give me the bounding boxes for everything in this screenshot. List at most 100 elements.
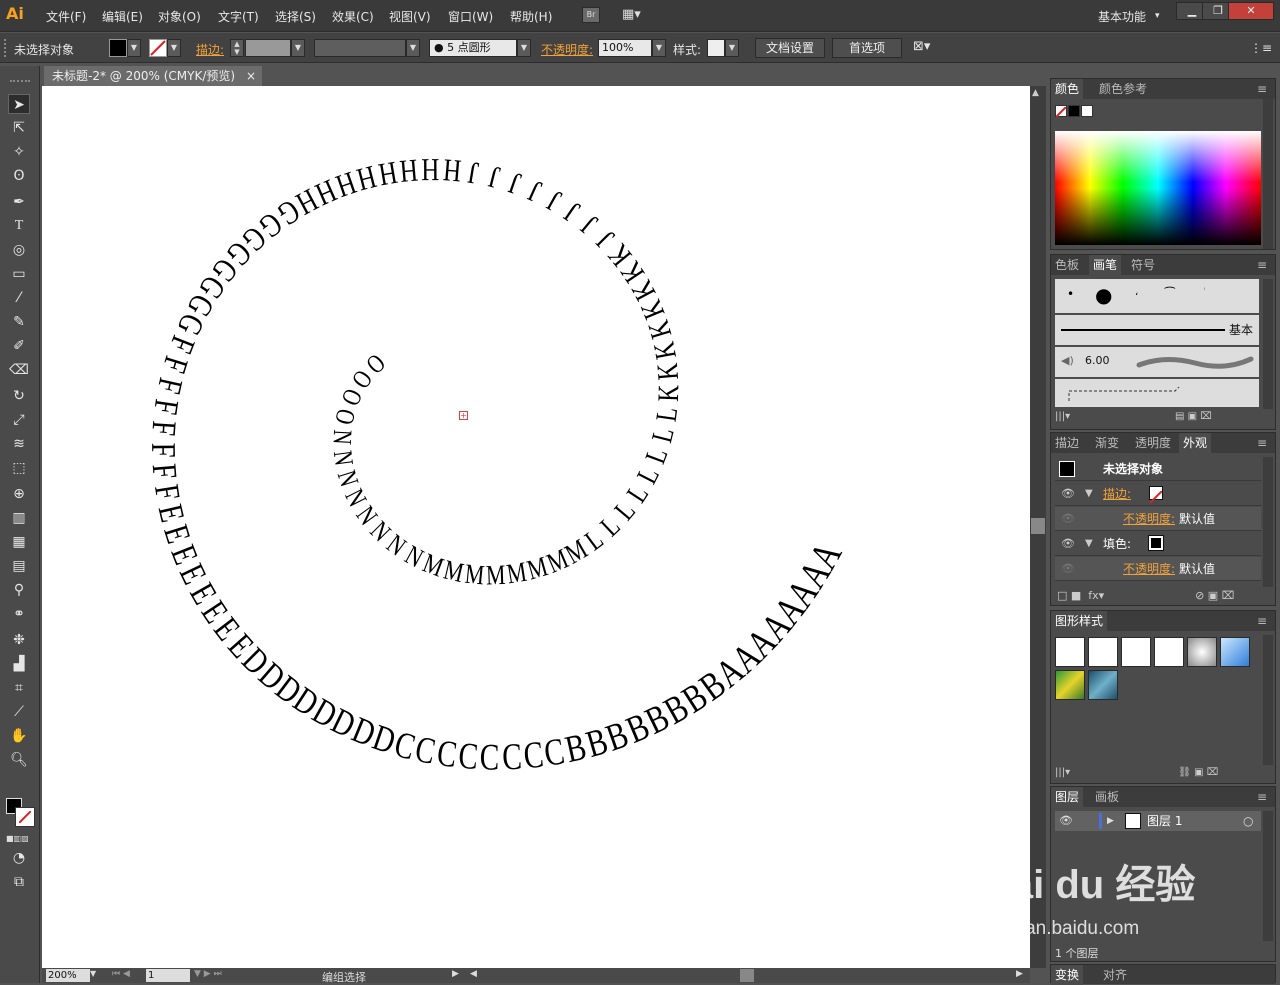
scale-tool-icon[interactable]: ⤢ bbox=[8, 410, 30, 430]
brush-small-dot-icon[interactable]: • bbox=[1067, 287, 1074, 301]
tab-color-guide[interactable]: 颜色参考 bbox=[1095, 79, 1151, 99]
tab-stroke[interactable]: 描边 bbox=[1051, 433, 1083, 453]
hand-tool-icon[interactable]: ✋ bbox=[8, 726, 30, 746]
none-swatch[interactable] bbox=[1055, 105, 1067, 118]
next-page-icon[interactable]: ▼ ▶ ⏭ bbox=[194, 969, 222, 979]
tab-align[interactable]: 对齐 bbox=[1099, 965, 1131, 985]
magic-wand-tool-icon[interactable]: ✧ bbox=[8, 142, 30, 162]
tab-color[interactable]: 颜色 bbox=[1051, 79, 1084, 99]
scroll-left-icon[interactable]: ◀ bbox=[470, 969, 477, 979]
spiral-text-art[interactable]: AAAAAAAABBBBBBBBCCCCCCCCDDDDDDDDEEEEEEEE… bbox=[42, 86, 1030, 968]
eraser-tool-icon[interactable]: ⌫ bbox=[8, 360, 30, 380]
warp-tool-icon[interactable]: ≋ bbox=[8, 434, 30, 454]
expand-arrow-icon[interactable]: ▼ bbox=[1085, 532, 1093, 556]
panel-menu-icon[interactable]: ⋮≡ bbox=[1250, 41, 1272, 55]
appearance-stroke-opacity-row[interactable]: 👁︎ 不透明度: 默认值 bbox=[1055, 507, 1261, 531]
graphic-style-teal-pattern[interactable] bbox=[1088, 670, 1118, 700]
tab-symbols[interactable]: 符号 bbox=[1127, 255, 1159, 275]
appearance-stroke-row[interactable]: 👁︎ ▼ 描边: bbox=[1055, 482, 1261, 506]
layer-target-icon[interactable]: ○ bbox=[1243, 811, 1253, 831]
tab-artboards[interactable]: 画板 bbox=[1091, 787, 1123, 807]
menu-window[interactable]: 窗口(W) bbox=[448, 8, 493, 25]
appearance-panel-scrollbar[interactable] bbox=[1263, 457, 1273, 587]
layer-eye-icon[interactable]: 👁︎ bbox=[1059, 811, 1073, 831]
tab-gradient[interactable]: 渐变 bbox=[1091, 433, 1123, 453]
workspace-switcher[interactable]: 基本功能 bbox=[1098, 8, 1146, 25]
opacity-input[interactable]: 100% bbox=[598, 39, 652, 57]
menu-file[interactable]: 文件(F) bbox=[46, 8, 86, 25]
graphic-style-green-pattern[interactable] bbox=[1055, 670, 1085, 700]
pencil-tool-icon[interactable]: ✎ bbox=[8, 312, 30, 332]
brush-fine-icon[interactable]: ˈ bbox=[1203, 287, 1206, 298]
symbol-sprayer-tool-icon[interactable]: ❉ bbox=[8, 630, 30, 650]
rotate-tool-icon[interactable]: ↻ bbox=[8, 386, 30, 406]
opacity-dropdown-icon[interactable]: ▼ bbox=[652, 39, 666, 57]
align-options-icon[interactable]: ⊠▾ bbox=[913, 39, 930, 54]
menu-edit[interactable]: 编辑(E) bbox=[102, 8, 143, 25]
eye-icon[interactable]: 👁︎ bbox=[1061, 557, 1075, 581]
fill-attr-swatch[interactable] bbox=[1148, 535, 1164, 551]
appearance-fill-row[interactable]: 👁︎ ▼ 填色: bbox=[1055, 532, 1261, 556]
tab-appearance[interactable]: 外观 bbox=[1179, 433, 1212, 453]
document-tab[interactable]: 未标题-2* @ 200% (CMYK/预览) × bbox=[44, 66, 262, 86]
graphic-styles-scrollbar[interactable] bbox=[1263, 635, 1273, 765]
paintbrush-tool-icon[interactable]: ⁄ bbox=[8, 288, 30, 308]
opacity-label[interactable]: 不透明度: bbox=[541, 41, 593, 58]
perspective-grid-tool-icon[interactable]: ▥ bbox=[8, 508, 30, 528]
style-dropdown-icon[interactable]: ▼ bbox=[725, 39, 739, 57]
fill-dropdown-icon[interactable]: ▼ bbox=[127, 39, 141, 57]
screen-mode-icon[interactable]: ⧉ bbox=[8, 872, 30, 892]
layer-name[interactable]: 图层 1 bbox=[1147, 811, 1182, 831]
panel-menu-icon[interactable]: ≡ bbox=[1253, 787, 1271, 807]
panel-menu-icon[interactable]: ≡ bbox=[1253, 255, 1271, 275]
scroll-thumb[interactable] bbox=[1031, 518, 1045, 534]
stroke-attr-label[interactable]: 描边: bbox=[1103, 482, 1131, 506]
bridge-button[interactable]: Br bbox=[582, 7, 600, 23]
page-input[interactable]: 1 bbox=[146, 969, 190, 982]
shape-builder-tool-icon[interactable]: ⊕ bbox=[8, 484, 30, 504]
zoom-tool-icon[interactable]: 🔍︎ bbox=[8, 750, 30, 770]
first-page-icon[interactable]: ⏮ ◀ bbox=[112, 969, 130, 979]
vertical-scrollbar[interactable]: ▲ bbox=[1030, 86, 1046, 968]
zoom-dropdown-icon[interactable]: ▼ bbox=[90, 969, 102, 982]
menu-object[interactable]: 对象(O) bbox=[158, 8, 201, 25]
brush-dropdown-icon[interactable]: ▼ bbox=[517, 39, 531, 57]
pattern-brush-row[interactable] bbox=[1055, 379, 1259, 407]
tab-graphic-styles[interactable]: 图形样式 bbox=[1051, 611, 1108, 631]
type-tool-icon[interactable]: T bbox=[8, 216, 30, 236]
menu-select[interactable]: 选择(S) bbox=[275, 8, 316, 25]
free-transform-tool-icon[interactable]: ⬚ bbox=[8, 458, 30, 478]
white-swatch[interactable] bbox=[1081, 105, 1093, 117]
basic-brush-row[interactable]: 基本 bbox=[1055, 315, 1259, 345]
brush-library-menu-icon[interactable]: |||▾ ▤ ▣ ⌧ bbox=[1055, 411, 1212, 422]
art-brush-row[interactable]: ◀) 6.00 bbox=[1055, 347, 1259, 377]
arrange-documents-icon[interactable]: ▦▾ bbox=[622, 7, 648, 23]
variable-width-select[interactable] bbox=[314, 39, 406, 57]
fill-opacity-label[interactable]: 不透明度: bbox=[1123, 557, 1175, 581]
stroke-weight-stepper[interactable]: ▲ ▼ bbox=[230, 39, 244, 57]
zoom-input[interactable]: 200% bbox=[46, 969, 90, 982]
panel-menu-icon[interactable]: ≡ bbox=[1253, 433, 1271, 453]
layer-row[interactable]: 👁︎ ▶ 图层 1 ○ bbox=[1055, 811, 1261, 831]
menu-view[interactable]: 视图(V) bbox=[389, 8, 431, 25]
color-mode-icons[interactable]: ■▥▨ bbox=[6, 834, 36, 844]
brush-definition-select[interactable]: ● 5 点圆形 bbox=[429, 39, 517, 57]
eye-icon[interactable]: 👁︎ bbox=[1061, 507, 1075, 531]
mesh-tool-icon[interactable]: ▦ bbox=[8, 532, 30, 552]
eye-icon[interactable]: 👁︎ bbox=[1061, 532, 1075, 556]
drawing-mode-icon[interactable]: ◔ bbox=[8, 848, 30, 868]
artboard-canvas[interactable]: AAAAAAAABBBBBBBBCCCCCCCCDDDDDDDDEEEEEEEE… bbox=[42, 86, 1030, 968]
status-menu-icon[interactable]: ▶ bbox=[452, 969, 459, 979]
graphic-style-white[interactable] bbox=[1121, 637, 1151, 667]
appearance-fill-opacity-row[interactable]: 👁︎ 不透明度: 默认值 bbox=[1055, 557, 1261, 581]
graphic-styles-footer-icons[interactable]: |||▾ ⛓ ▣ ⌧ bbox=[1055, 767, 1218, 778]
close-window-button[interactable]: ✕ bbox=[1228, 2, 1274, 20]
menu-effect[interactable]: 效果(C) bbox=[332, 8, 374, 25]
blend-tool-icon[interactable]: ⚭ bbox=[8, 604, 30, 624]
tab-brushes[interactable]: 画笔 bbox=[1089, 255, 1122, 275]
brush-oval-icon[interactable]: ⁀ bbox=[1165, 287, 1175, 301]
tab-transform[interactable]: 变换 bbox=[1051, 965, 1084, 985]
graphic-style-shadow[interactable] bbox=[1187, 637, 1217, 667]
expand-arrow-icon[interactable]: ▼ bbox=[1085, 482, 1093, 506]
lasso-tool-icon[interactable]: ʘ bbox=[8, 166, 30, 186]
